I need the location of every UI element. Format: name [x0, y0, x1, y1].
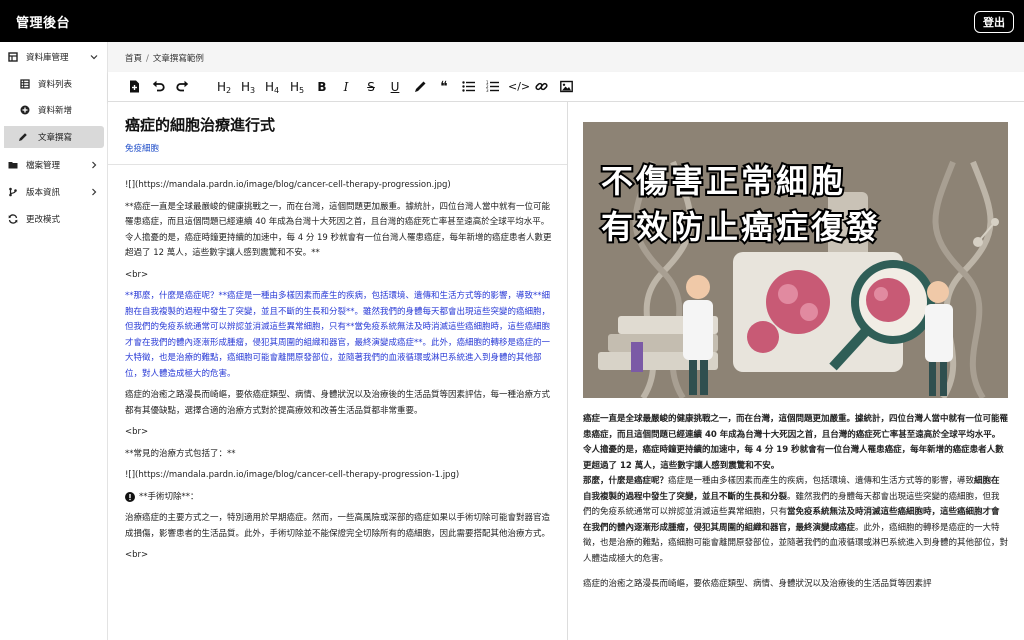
- sidebar-item-version-info[interactable]: 版本資訊: [0, 181, 108, 203]
- divider: [108, 164, 567, 165]
- heading-letter: H: [240, 80, 250, 94]
- heading5-button[interactable]: H5: [288, 78, 306, 96]
- hero-headline-2: 有效防止癌症復發: [599, 206, 882, 248]
- plus-circle-icon: [20, 105, 30, 115]
- ordered-list-button[interactable]: 123: [485, 78, 499, 96]
- table-icon: [20, 79, 30, 89]
- sidebar-item-data-list[interactable]: 資料列表: [0, 73, 108, 95]
- heading-level: 4: [273, 86, 280, 95]
- breadcrumb-current: 文章撰寫範例: [152, 54, 204, 64]
- link-button[interactable]: [534, 78, 548, 96]
- sidebar-item-label: 資料新增: [38, 106, 73, 116]
- preview-paragraph: 那麼，什麼是癌症呢？癌症是一種由多樣因素而產生的疾病，包括環境、遺傳和生活方式等…: [583, 474, 1008, 567]
- exclamation-circle-icon: [125, 492, 135, 503]
- editor-line-br: <br>: [125, 269, 149, 280]
- chevron-right-icon: [92, 161, 97, 169]
- heading2-button[interactable]: H2: [215, 78, 233, 96]
- preview-paragraph: 癌症一直是全球最嚴峻的健康挑戰之一，而在台灣，這個問題更加嚴重。據統計，四位台灣…: [583, 414, 1009, 471]
- breadcrumb-home[interactable]: 首頁: [125, 54, 142, 64]
- branch-icon: [9, 187, 17, 197]
- strikethrough-button[interactable]: S: [364, 78, 378, 96]
- redo-icon: [175, 80, 188, 92]
- preview-body: 癌症一直是全球最嚴峻的健康挑戰之一，而在台灣，這個問題更加嚴重。據統計，四位台灣…: [583, 412, 1008, 593]
- breadcrumb-separator: /: [146, 54, 149, 64]
- heading-letter: H: [289, 80, 299, 94]
- preview-text: 癌症是一種由多樣因素而產生的疾病，包括環境、遺傳和生活方式等的影響，導致: [668, 476, 975, 486]
- sidebar: 資料庫管理 資料列表 資料新增 文章撰寫 檔案管理 版本資訊 更改模式: [0, 42, 108, 640]
- markdown-editor[interactable]: 癌症的細胞治療進行式 免疫細胞 ![](https://mandala.pard…: [108, 102, 568, 640]
- svg-text:3: 3: [486, 88, 489, 93]
- ordered-list-icon: 123: [486, 80, 499, 93]
- heading3-button[interactable]: H3: [239, 78, 257, 96]
- logout-button[interactable]: 登出: [974, 11, 1014, 33]
- sidebar-item-label: 資料庫管理: [26, 53, 69, 63]
- hero-image: 不傷害正常細胞 有效防止癌症復發: [583, 122, 1008, 398]
- hero-headline-1: 不傷害正常細胞: [599, 160, 847, 202]
- highlight-button[interactable]: [413, 78, 427, 96]
- italic-button[interactable]: I: [339, 78, 353, 96]
- blockquote-button[interactable]: ❝: [437, 78, 451, 96]
- article-preview: 不傷害正常細胞 有效防止癌症復發 癌症一直是全球最嚴峻的健康挑戰之一，而在台灣，…: [568, 102, 1024, 640]
- pen-icon: [19, 133, 27, 141]
- editor-paragraph-selected: **那麼，什麼是癌症呢？**癌症是一種由多樣因素而產生的疾病，包括環境、遺傳和生…: [125, 291, 551, 379]
- image-icon: [559, 80, 573, 93]
- editor-line-br: <br>: [125, 550, 149, 560]
- bold-button[interactable]: B: [315, 78, 329, 96]
- link-icon: [534, 82, 548, 91]
- undo-icon: [152, 80, 165, 92]
- preview-bold: 那麼，什麼是癌症呢？: [583, 476, 669, 486]
- editor-paragraph: 癌症的治癒之路漫長而崎嶇，要依癌症類型、病情、身體狀況以及治療後的生活品質等因素…: [125, 390, 551, 416]
- sidebar-item-data-add[interactable]: 資料新增: [0, 99, 108, 121]
- editor-toolbar: H2 H3 H4 H5 B I S U ❝ 123 </>: [108, 72, 1024, 102]
- editor-paragraph: **常見的治療方式包括了：**: [125, 448, 236, 459]
- undo-button[interactable]: [151, 78, 165, 96]
- heading4-button[interactable]: H4: [263, 78, 281, 96]
- image-button[interactable]: [559, 78, 573, 96]
- heading-level: 2: [225, 86, 232, 95]
- highlighter-icon: [414, 81, 425, 92]
- editor-line-image: ![](https://mandala.pardn.io/image/blog/…: [125, 180, 451, 190]
- editor-line-br: <br>: [125, 427, 149, 437]
- sidebar-item-article-writing[interactable]: 文章撰寫: [4, 126, 104, 148]
- sidebar-item-label: 檔案管理: [26, 161, 61, 171]
- sidebar-item-change-mode[interactable]: 更改模式: [0, 208, 108, 230]
- sidebar-item-label: 版本資訊: [26, 188, 61, 198]
- heading-letter: H: [216, 80, 226, 94]
- sidebar-item-label: 文章撰寫: [38, 133, 73, 143]
- bullet-list-icon: [461, 81, 475, 92]
- editor-paragraph: **手術切除**：: [125, 490, 553, 506]
- heading-letter: H: [264, 80, 274, 94]
- code-button[interactable]: </>: [508, 78, 530, 96]
- article-tag[interactable]: 免疫細胞: [125, 142, 159, 154]
- sidebar-item-file-manager[interactable]: 檔案管理: [0, 154, 108, 176]
- sync-icon: [8, 214, 18, 224]
- app-title: 管理後台: [16, 16, 71, 31]
- redo-button[interactable]: [175, 78, 189, 96]
- top-bar: 管理後台 登出: [0, 0, 1024, 42]
- sidebar-item-label: 更改模式: [26, 215, 61, 225]
- editor-paragraph-text: **手術切除**：: [139, 491, 199, 502]
- database-icon: [8, 52, 18, 62]
- underline-button[interactable]: U: [388, 78, 402, 96]
- file-plus-icon: [129, 80, 139, 93]
- editor-body[interactable]: ![](https://mandala.pardn.io/image/blog/…: [125, 178, 553, 570]
- chevron-down-icon: [90, 55, 98, 60]
- chevron-right-icon: [92, 188, 97, 196]
- heading-level: 5: [298, 86, 305, 95]
- breadcrumb: 首頁 / 文章撰寫範例: [108, 42, 1024, 72]
- bullet-list-button[interactable]: [461, 78, 475, 96]
- article-title[interactable]: 癌症的細胞治療進行式: [125, 114, 275, 135]
- folder-icon: [8, 162, 18, 169]
- sidebar-item-label: 資料列表: [38, 80, 73, 90]
- sidebar-item-database[interactable]: 資料庫管理: [0, 46, 108, 68]
- editor-paragraph: **癌症一直是全球最嚴峻的健康挑戰之一，而在台灣，這個問題更加嚴重。據統計，四位…: [125, 201, 552, 259]
- editor-line-image: ![](https://mandala.pardn.io/image/blog/…: [125, 470, 460, 480]
- editor-paragraph: 治療癌症的主要方式之一，特別適用於早期癌症。然而，一些高風險或深部的癌症如果以手…: [125, 513, 551, 539]
- insert-file-button[interactable]: [127, 78, 141, 96]
- preview-paragraph: 癌症的治癒之路漫長而崎嶇，要依癌症類型、病情、身體狀況以及治療後的生活品質等因素…: [583, 579, 932, 589]
- heading-level: 3: [249, 86, 256, 95]
